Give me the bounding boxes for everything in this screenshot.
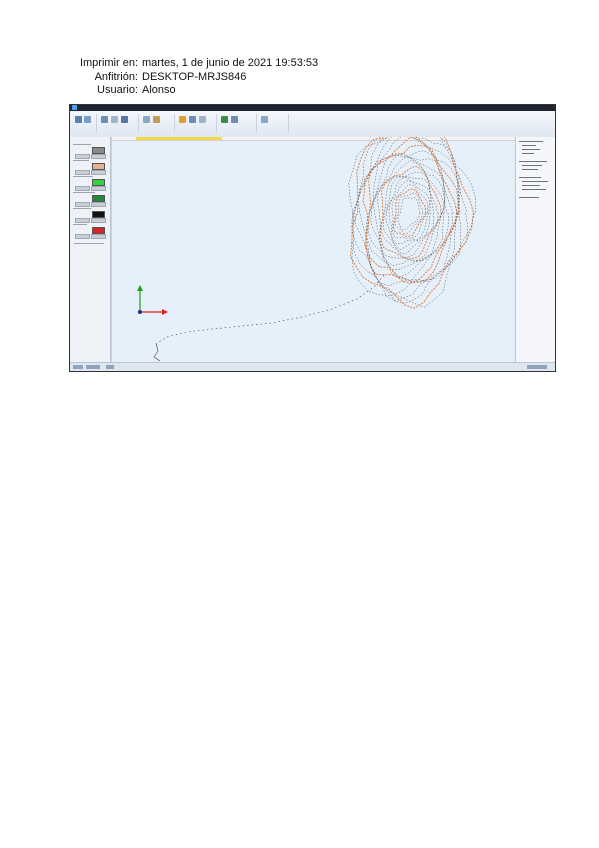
app-ribbon	[70, 111, 555, 138]
ribbon-group	[98, 114, 139, 132]
layer-entry[interactable]	[73, 223, 107, 239]
contour-line	[381, 172, 439, 258]
ribbon-tool-icon	[179, 116, 186, 123]
layer-swatch[interactable]	[92, 163, 105, 170]
user-value: Alonso	[142, 84, 176, 96]
layer-entry[interactable]	[73, 191, 107, 207]
contour-line	[385, 177, 431, 250]
layer-swatch[interactable]	[92, 147, 105, 154]
trail-line	[156, 274, 385, 344]
layers-panel	[70, 137, 111, 363]
ribbon-tool-icon	[121, 116, 128, 123]
map-viewport[interactable]	[111, 137, 515, 363]
ribbon-tool-icon	[231, 116, 238, 123]
contour-line	[388, 180, 430, 245]
layer-swatch[interactable]	[92, 195, 105, 202]
app-icon	[72, 105, 77, 110]
contour-line	[365, 150, 454, 281]
contour-line	[397, 197, 421, 231]
contour-line	[358, 137, 461, 287]
contour-line	[348, 137, 476, 308]
contour-drawing	[137, 137, 476, 362]
ribbon-tool-icon	[261, 116, 268, 123]
ribbon-tool-icon	[101, 116, 108, 123]
contour-line	[379, 165, 443, 259]
host-value: DESKTOP-MRJS846	[142, 70, 247, 83]
contour-line	[391, 184, 429, 239]
ribbon-group	[176, 114, 217, 132]
ribbon-tool-icon	[221, 116, 228, 123]
ribbon-tool-icon	[84, 116, 91, 123]
layer-entry[interactable]	[73, 159, 107, 175]
layer-swatch[interactable]	[92, 211, 105, 218]
contour-line	[368, 153, 450, 278]
ribbon-tool-icon	[111, 116, 118, 123]
app-statusbar	[70, 362, 555, 371]
ribbon-group	[218, 114, 257, 132]
ribbon-tool-icon	[199, 116, 206, 123]
host-label: Anfitrión:	[94, 70, 138, 83]
print-header: Imprimir en: martes, 1 de junio de 2021 …	[58, 57, 318, 97]
contour-line	[373, 157, 446, 266]
embedded-app-screenshot	[69, 104, 556, 372]
contour-line	[395, 192, 424, 235]
ribbon-group	[72, 114, 97, 132]
ribbon-group	[140, 114, 175, 132]
layer-entry[interactable]	[73, 143, 107, 159]
contour-line	[351, 137, 462, 302]
layer-entry[interactable]	[73, 175, 107, 191]
axis-triad-icon	[137, 285, 168, 315]
ribbon-group	[258, 114, 289, 132]
trail-end	[153, 342, 161, 362]
ribbon-tool-icon	[143, 116, 150, 123]
user-label: Usuario:	[97, 84, 138, 96]
ribbon-tool-icon	[189, 116, 196, 123]
printed-label: Imprimir en:	[79, 57, 138, 69]
layer-entry[interactable]	[73, 207, 107, 223]
contour-line	[354, 137, 460, 295]
layer-swatch[interactable]	[92, 227, 105, 234]
printed-value: martes, 1 de junio de 2021 19:53:53	[142, 57, 319, 69]
contour-line	[376, 160, 445, 262]
properties-panel	[515, 137, 555, 363]
ribbon-tool-icon	[75, 116, 82, 123]
ribbon-tool-icon	[153, 116, 160, 123]
contour-line	[351, 137, 469, 304]
layer-swatch[interactable]	[92, 179, 105, 186]
